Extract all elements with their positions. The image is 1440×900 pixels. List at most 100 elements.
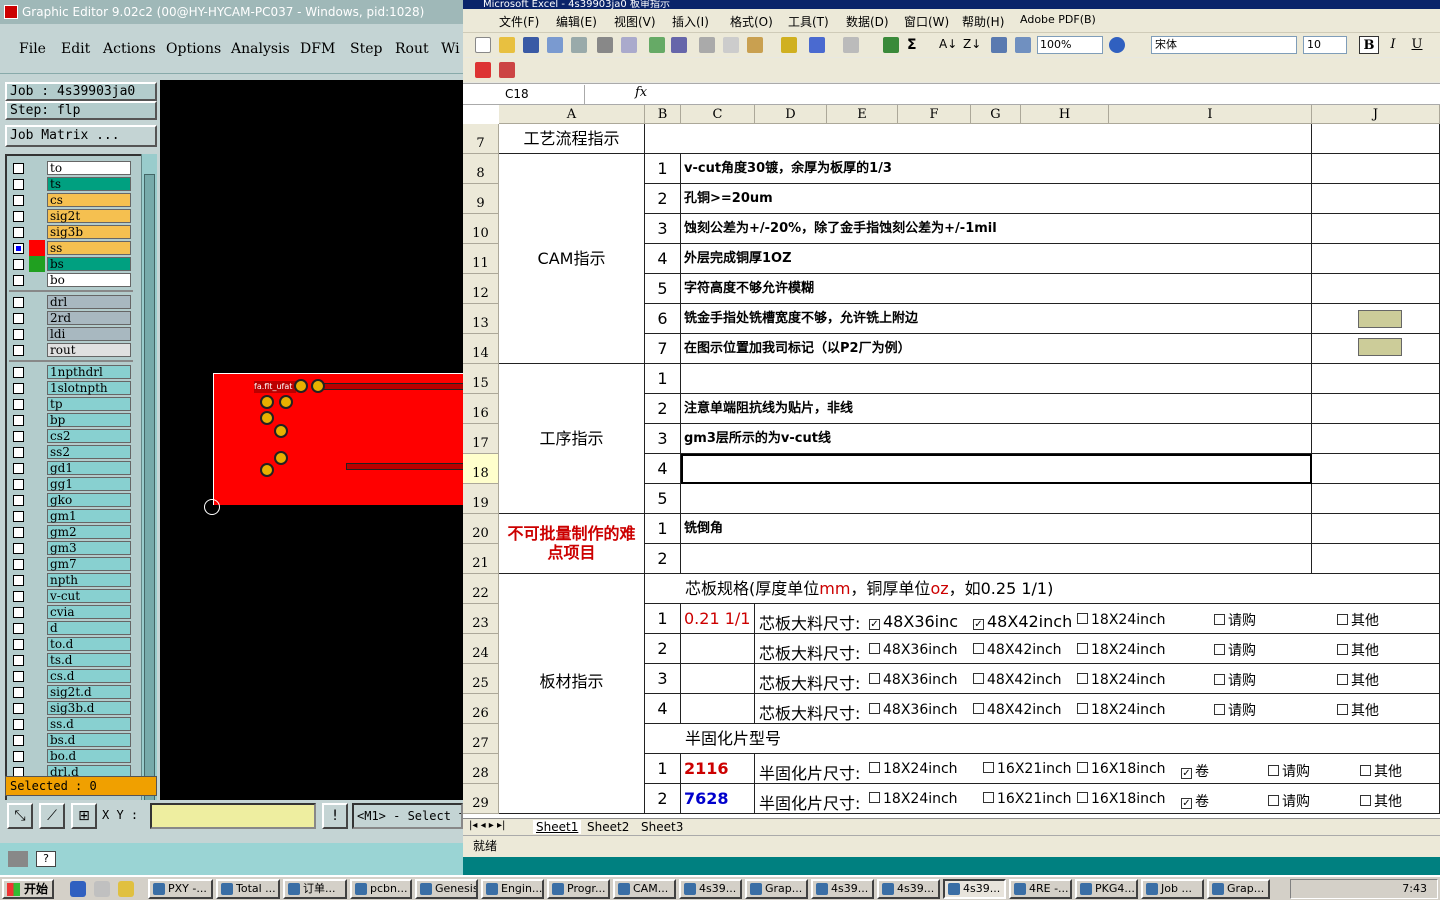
job-field[interactable]: Job : 4s39903ja0 — [5, 82, 157, 101]
layer-checkbox[interactable] — [13, 415, 24, 426]
quicklaunch-icon[interactable] — [118, 881, 134, 897]
pp-size-option[interactable]: 16X18inch — [1077, 761, 1166, 777]
layer-row-1npthdrl[interactable]: 1npthdrl — [9, 364, 131, 380]
taskbar-item[interactable]: PKG4... — [1075, 879, 1138, 899]
core-size-option[interactable]: 18X24inch — [1077, 702, 1166, 718]
row-header-24[interactable]: 24 — [463, 634, 499, 664]
cell-j[interactable] — [1312, 214, 1440, 244]
layer-checkbox[interactable] — [13, 259, 24, 270]
item-number[interactable]: 1 — [645, 154, 681, 184]
sort-asc-icon[interactable]: A↓ — [939, 37, 957, 53]
hyperlink-icon[interactable] — [883, 37, 899, 53]
checkbox[interactable] — [869, 792, 880, 803]
checkbox[interactable]: ✓ — [973, 619, 984, 630]
layer-row-cs.d[interactable]: cs.d — [9, 668, 131, 684]
help-icon[interactable] — [1109, 37, 1125, 53]
layer-row-tp[interactable]: tp — [9, 396, 131, 412]
layer-row-ts[interactable]: ts — [9, 176, 131, 192]
layer-checkbox[interactable] — [13, 479, 24, 490]
col-header-G[interactable]: G — [971, 105, 1021, 124]
core-size-option[interactable]: 48X36inch — [869, 672, 958, 688]
tab-sheet1[interactable]: Sheet1 — [533, 820, 582, 834]
layer-checkbox[interactable] — [13, 447, 24, 458]
layer-checkbox[interactable] — [13, 495, 24, 506]
layer-scrollbar[interactable] — [141, 154, 157, 843]
layer-checkbox[interactable] — [13, 179, 24, 190]
layer-row-to.d[interactable]: to.d — [9, 636, 131, 652]
layer-checkbox[interactable] — [13, 431, 24, 442]
item-number[interactable]: 2 — [645, 544, 681, 574]
section-difficult[interactable]: 不可批量制作的难点项目 — [499, 514, 645, 574]
row-header-21[interactable]: 21 — [463, 544, 499, 574]
pp-type-value[interactable]: 7628 — [681, 784, 755, 814]
item-number[interactable]: 2 — [645, 184, 681, 214]
layer-checkbox[interactable] — [13, 527, 24, 538]
checkbox[interactable] — [869, 673, 880, 684]
checkbox[interactable] — [983, 792, 994, 803]
col-header-D[interactable]: D — [755, 105, 827, 124]
xl-menu-insert[interactable]: 插入(I) — [672, 13, 709, 30]
checkbox[interactable] — [1268, 765, 1279, 776]
checkbox[interactable]: ✓ — [1181, 798, 1192, 809]
xy-input[interactable] — [150, 803, 316, 829]
pp-size-option[interactable]: 16X18inch — [1077, 791, 1166, 807]
spell-icon[interactable] — [649, 37, 665, 53]
pdf-convert-icon[interactable] — [475, 62, 491, 78]
row-header-27[interactable]: 27 — [463, 724, 499, 754]
layer-row-bs.d[interactable]: bs.d — [9, 732, 131, 748]
row-header-19[interactable]: 19 — [463, 484, 499, 514]
layer-checkbox[interactable] — [13, 399, 24, 410]
layer-checkbox[interactable] — [13, 591, 24, 602]
layer-checkbox[interactable] — [13, 511, 24, 522]
checkbox[interactable] — [1214, 644, 1225, 655]
taskbar-item[interactable]: 4RE -... — [1009, 879, 1072, 899]
proc-instruction[interactable]: gm3层所示的为v-cut线 — [681, 424, 1312, 454]
cell-j[interactable] — [1312, 544, 1440, 574]
core-size-option[interactable]: 18X24inch — [1077, 642, 1166, 658]
col-header-F[interactable]: F — [898, 105, 971, 124]
layer-checkbox[interactable] — [13, 313, 24, 324]
layer-checkbox[interactable] — [13, 751, 24, 762]
layer-row-gm2[interactable]: gm2 — [9, 524, 131, 540]
measure-icon[interactable]: ⟋ — [39, 803, 65, 829]
save-icon[interactable] — [523, 37, 539, 53]
checkbox[interactable] — [973, 673, 984, 684]
taskbar-item[interactable]: 4s39... — [811, 879, 874, 899]
keyboard-icon[interactable] — [8, 851, 28, 867]
xl-title-bar[interactable]: Microsoft Excel - 4s39903ja0 板审指示 — [463, 0, 1440, 9]
row-header-29[interactable]: 29 — [463, 784, 499, 814]
section-board[interactable]: 板材指示 — [499, 574, 645, 814]
item-number[interactable]: 3 — [645, 664, 681, 694]
pp-header[interactable]: 半固化片型号 — [645, 724, 1440, 754]
taskbar-item[interactable]: Progr... — [547, 879, 610, 899]
item-number[interactable]: 1 — [645, 364, 681, 394]
checkbox[interactable] — [1268, 795, 1279, 806]
col-header-I[interactable]: I — [1109, 105, 1312, 124]
font-size-select[interactable]: 10 — [1303, 36, 1347, 54]
chart-wizard-icon[interactable] — [991, 37, 1007, 53]
bold-button[interactable]: B — [1359, 36, 1379, 54]
autosum-icon[interactable]: Σ — [907, 37, 923, 53]
core-size-option[interactable]: 其他 — [1337, 640, 1379, 660]
menu-dfm[interactable]: DFM — [300, 41, 335, 57]
cell-j[interactable] — [1312, 424, 1440, 454]
core-spec-value[interactable] — [681, 694, 755, 724]
layer-row-sig3b.d[interactable]: sig3b.d — [9, 700, 131, 716]
proc-instruction[interactable]: 注意单端阻抗线为贴片，非线 — [681, 394, 1312, 424]
item-number[interactable]: 5 — [645, 274, 681, 304]
col-header-A[interactable]: A — [499, 105, 645, 124]
xl-menu-file[interactable]: 文件(F) — [499, 13, 539, 30]
layer-row-bo.d[interactable]: bo.d — [9, 748, 131, 764]
marker-image-icon[interactable] — [1358, 338, 1402, 356]
cam-instruction[interactable]: 蚀刻公差为+/-20%，除了金手指蚀刻公差为+/-1mil — [681, 214, 1312, 244]
checkbox[interactable] — [1214, 704, 1225, 715]
layer-checkbox[interactable] — [13, 639, 24, 650]
item-number[interactable]: 2 — [645, 634, 681, 664]
pp-size-option[interactable]: 18X24inch — [869, 791, 958, 807]
cell-j[interactable] — [1312, 274, 1440, 304]
layer-checkbox[interactable] — [13, 367, 24, 378]
row-header-28[interactable]: 28 — [463, 754, 499, 784]
layer-row-cs2[interactable]: cs2 — [9, 428, 131, 444]
tab-nav-icon[interactable]: |◂ ◂ ▸ ▸| — [469, 820, 505, 831]
pp-size-option[interactable]: 其他 — [1360, 761, 1402, 781]
